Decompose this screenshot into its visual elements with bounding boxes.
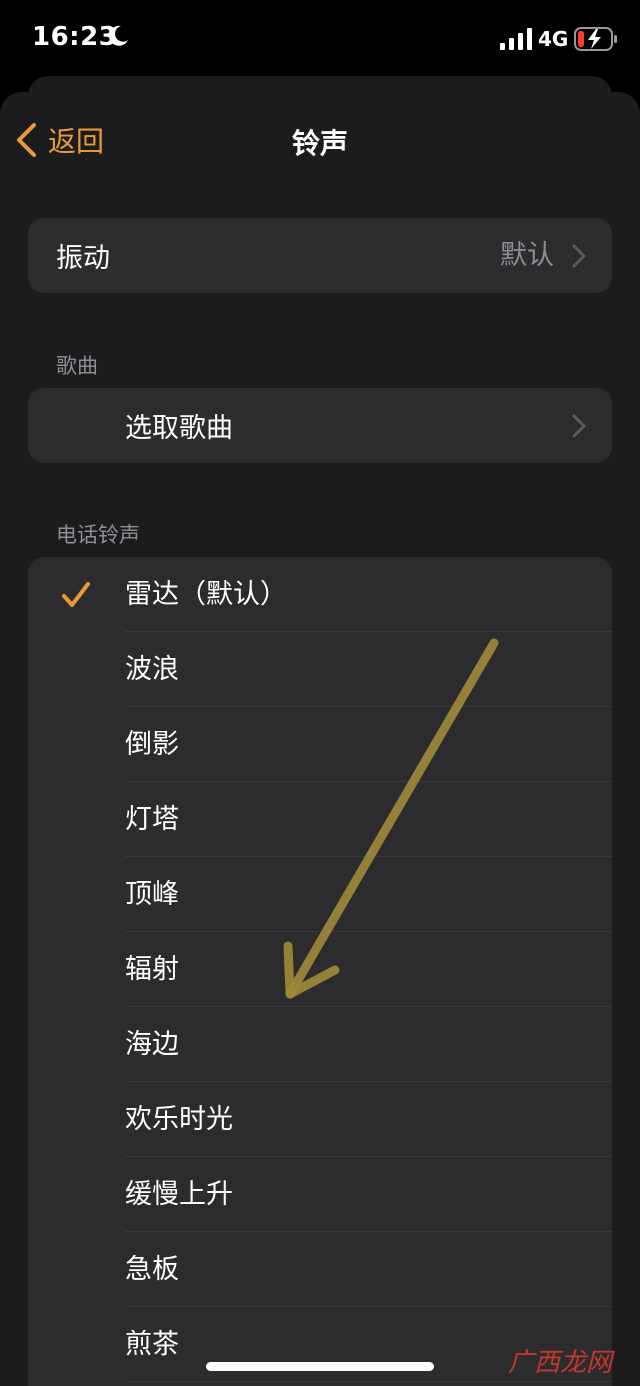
ringtones-section-header: 电话铃声	[56, 523, 140, 547]
pick-song-label: 选取歌曲	[125, 413, 233, 444]
songs-group: 选取歌曲	[28, 388, 612, 463]
checkmark-icon	[62, 582, 90, 607]
vibration-row[interactable]: 振动 默认	[28, 218, 612, 293]
status-bar: 16:23 4G	[0, 0, 640, 78]
row-separator	[125, 1381, 612, 1382]
ringtone-label: 灯塔	[125, 804, 179, 835]
vibration-group: 振动 默认	[28, 218, 612, 293]
ringtone-row[interactable]: 波浪	[28, 632, 612, 707]
screen: 16:23 4G 返回 铃声 振动 默认 歌曲 选取歌曲 电话铃声 雷达（默认）…	[0, 0, 640, 1386]
status-time: 16:23	[32, 22, 118, 52]
chevron-right-icon	[572, 244, 586, 268]
ringtone-label: 缓慢上升	[125, 1179, 233, 1210]
signal-icon	[500, 28, 532, 50]
ringtone-row[interactable]: 辐射	[28, 932, 612, 1007]
ringtone-row[interactable]: 顶峰	[28, 857, 612, 932]
ringtones-list: 雷达（默认） 波浪倒影灯塔顶峰辐射海边欢乐时光缓慢上升急板煎茶	[28, 557, 612, 1386]
home-indicator[interactable]	[206, 1362, 434, 1371]
ringtone-label: 顶峰	[125, 879, 179, 910]
ringtone-row[interactable]: 雷达（默认）	[28, 557, 612, 632]
ringtone-label: 欢乐时光	[125, 1104, 233, 1135]
ringtone-label: 煎茶	[125, 1329, 179, 1360]
ringtone-label: 雷达（默认）	[125, 579, 287, 610]
watermark: 广西龙网	[508, 1348, 613, 1378]
battery-charging-icon	[574, 27, 617, 51]
songs-section-header: 歌曲	[56, 354, 98, 378]
moon-icon	[108, 25, 128, 46]
ringtone-row[interactable]: 欢乐时光	[28, 1082, 612, 1157]
ringtone-row[interactable]: 急板	[28, 1232, 612, 1307]
ringtone-row[interactable]: 灯塔	[28, 782, 612, 857]
ringtone-label: 海边	[125, 1029, 179, 1060]
ringtone-label: 辐射	[125, 954, 179, 985]
network-type: 4G	[538, 27, 569, 51]
chevron-right-icon	[572, 414, 586, 438]
ringtone-label: 波浪	[125, 654, 179, 685]
navigation-bar: 返回 铃声	[0, 92, 640, 188]
vibration-value: 默认	[500, 240, 554, 271]
vibration-label: 振动	[56, 243, 110, 274]
ringtone-label: 急板	[125, 1254, 179, 1285]
page-title: 铃声	[291, 127, 348, 160]
pick-song-row[interactable]: 选取歌曲	[28, 388, 612, 463]
ringtone-row[interactable]: 缓慢上升	[28, 1157, 612, 1232]
ringtone-row[interactable]: 海边	[28, 1007, 612, 1082]
ringtone-row[interactable]: 倒影	[28, 707, 612, 782]
ringtone-label: 倒影	[125, 729, 179, 760]
